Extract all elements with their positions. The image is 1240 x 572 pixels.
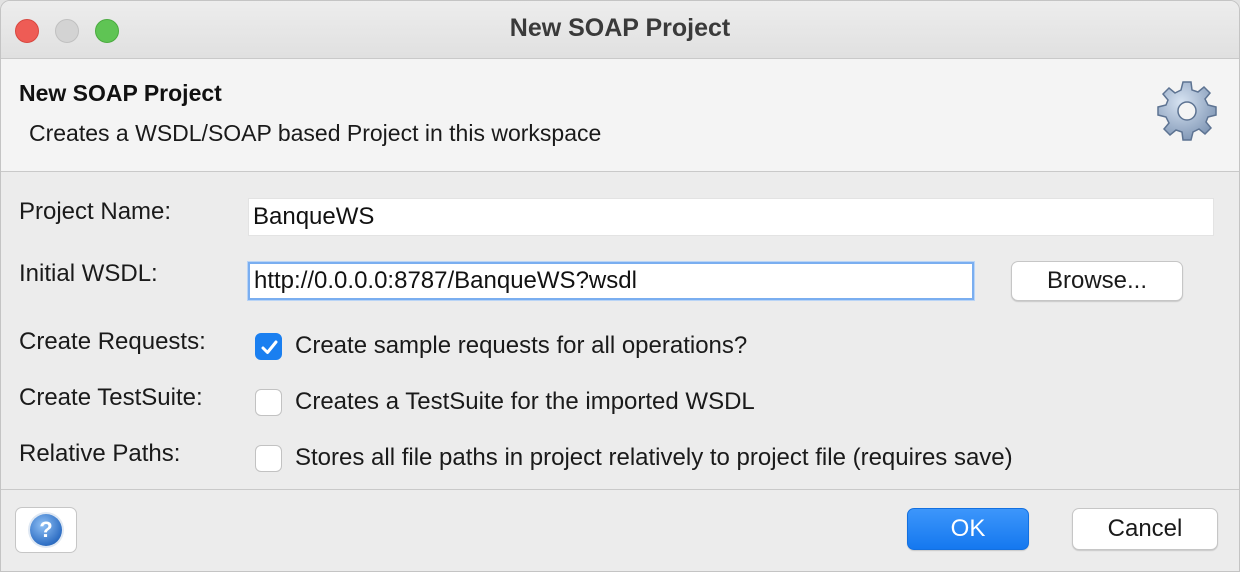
create-testsuite-label: Create TestSuite: [19,384,203,411]
project-name-label: Project Name: [19,198,172,225]
relative-paths-label: Relative Paths: [19,440,181,467]
dialog-header: New SOAP Project Creates a WSDL/SOAP bas… [1,59,1239,172]
cancel-button[interactable]: Cancel [1072,508,1218,550]
create-requests-label: Create Requests: [19,328,206,355]
header-description: Creates a WSDL/SOAP based Project in thi… [29,120,602,146]
project-name-input[interactable] [248,198,1214,236]
dialog-window: New SOAP Project New SOAP Project Create… [0,0,1240,572]
header-title: New SOAP Project [19,80,222,106]
window-title: New SOAP Project [509,14,731,42]
browse-button[interactable]: Browse... [1011,261,1183,301]
create-requests-text: Create sample requests for all operation… [295,332,748,359]
help-button[interactable]: ? [15,507,77,553]
relative-paths-text: Stores all file paths in project relativ… [295,444,1013,471]
create-testsuite-text: Creates a TestSuite for the imported WSD… [295,388,755,415]
footer-divider [1,489,1239,490]
relative-paths-checkbox[interactable] [255,445,282,472]
gear-icon [1157,81,1217,141]
initial-wsdl-label: Initial WSDL: [19,260,158,287]
create-requests-checkbox[interactable] [255,333,282,360]
checkmark-icon [261,340,278,354]
create-testsuite-checkbox[interactable] [255,389,282,416]
help-icon: ? [30,514,62,546]
initial-wsdl-input[interactable] [248,262,974,300]
title-bar[interactable]: New SOAP Project [1,1,1239,59]
ok-button[interactable]: OK [907,508,1029,550]
